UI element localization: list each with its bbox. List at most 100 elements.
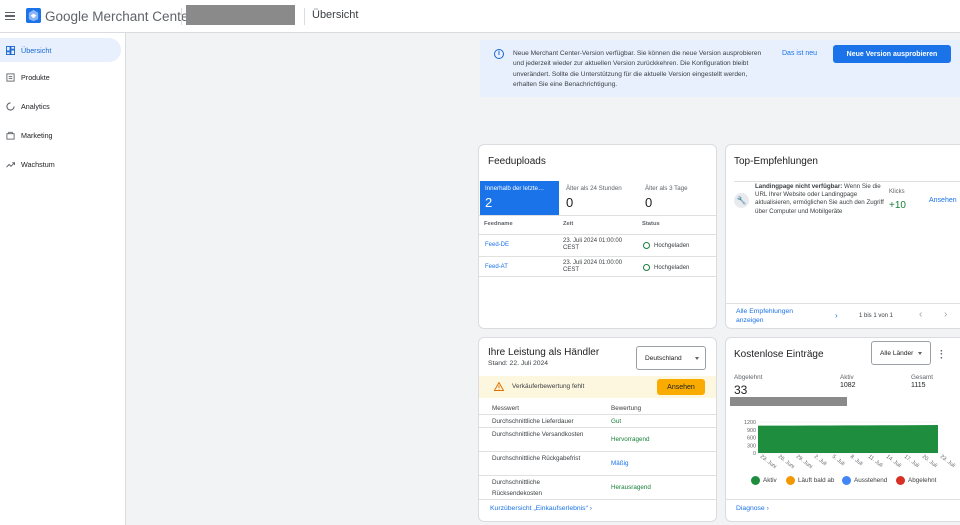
- upload-status: Hochgeladen: [643, 264, 689, 271]
- analytics-icon: [6, 101, 15, 111]
- table-row: Durchschnittliche Rücksendekosten Heraus…: [479, 475, 716, 499]
- view-warning-button[interactable]: Ansehen: [657, 379, 705, 395]
- merchant-center-logo: [26, 8, 41, 23]
- sidebar: Übersicht Produkte Analytics Marketing W…: [0, 33, 126, 525]
- x-tick-label: 5. Juli: [831, 454, 846, 467]
- next-page-icon[interactable]: ›: [944, 309, 947, 320]
- sidebar-item-label: Marketing: [21, 130, 53, 140]
- status-text: Hochgeladen: [654, 264, 690, 271]
- sidebar-item-label: Analytics: [21, 101, 50, 111]
- sidebar-item-products[interactable]: Produkte: [0, 65, 121, 89]
- legend-label: Läuft bald ab: [798, 477, 835, 484]
- upload-time: 23. Juli 2024 01:00:00 CEST: [563, 260, 623, 273]
- growth-icon: [6, 161, 15, 168]
- shopping-experience-link[interactable]: Kurzübersicht „Einkaufserlebnis“ ›: [490, 505, 592, 512]
- x-tick-label: 8. Juli: [849, 454, 864, 467]
- wrench-icon: 🔧: [734, 193, 749, 208]
- divider: [479, 215, 716, 216]
- tab-value: 0: [645, 195, 653, 210]
- free-listings-chart: 0 300600 900 1200 23. Juni 26. Juni 29. Juni 2.…: [744, 420, 956, 470]
- check-circle-icon: [643, 264, 650, 271]
- feed-link[interactable]: Feed-AT: [485, 264, 508, 270]
- tab-older-24h[interactable]: Älter als 24 Stunden 0: [561, 181, 640, 215]
- menu-icon[interactable]: [5, 12, 15, 21]
- account-selector[interactable]: [186, 5, 295, 25]
- page-title: Übersicht: [312, 9, 359, 21]
- area-series-aktiv: [758, 425, 938, 453]
- legend-swatch: [842, 476, 851, 485]
- column-header: Status: [642, 221, 660, 227]
- x-tick-label: 23. Juni: [759, 454, 778, 470]
- card-title: Kostenlose Einträge: [734, 349, 824, 360]
- chevron-right-icon[interactable]: ›: [835, 311, 838, 320]
- y-tick-label: 600: [747, 436, 756, 442]
- recommendation-title: Landingpage nicht verfügbar:: [755, 183, 843, 190]
- status-text: Hochgeladen: [654, 242, 690, 249]
- sidebar-item-label: Produkte: [21, 72, 50, 82]
- column-header: Feedname: [484, 221, 513, 227]
- legend-label: Abgelehnt: [908, 477, 937, 484]
- dropdown-arrow-icon: [695, 357, 699, 360]
- y-tick-label: 300: [747, 443, 756, 449]
- legend-label: Aktiv: [763, 477, 777, 484]
- sidebar-item-marketing[interactable]: Marketing: [0, 123, 121, 147]
- info-icon: i: [494, 49, 504, 59]
- divider: [479, 499, 716, 500]
- x-tick-label: 23. Juli: [939, 454, 956, 469]
- products-icon: [6, 72, 15, 82]
- card-title: Ihre Leistung als Händler: [488, 347, 600, 358]
- tab-last-24h[interactable]: Innerhalb der letzte… 2: [480, 181, 559, 215]
- x-tick-label: 20. Juli: [921, 454, 938, 469]
- tab-value: 2: [485, 195, 493, 210]
- tab-value: 0: [566, 195, 574, 210]
- try-new-version-button[interactable]: Neue Version ausprobieren: [833, 45, 951, 63]
- selected-filter: Alle Länder: [880, 349, 914, 357]
- sidebar-item-label: Übersicht: [21, 45, 52, 55]
- warning-bar: Verkäuferbewertung fehlt Ansehen: [479, 376, 716, 398]
- diagnostics-link[interactable]: Diagnose ›: [736, 505, 769, 512]
- table-row: Durchschnittliche Rückgabefrist Mäßig: [479, 451, 716, 475]
- stat-label: Abgelehnt: [734, 374, 763, 381]
- x-tick-label: 29. Juni: [795, 454, 814, 470]
- divider: [726, 499, 960, 500]
- metric-name: Durchschnittliche Rückgabefrist: [492, 455, 581, 462]
- as-of-date: Stand: 22. Juli 2024: [488, 360, 549, 367]
- metric-name: Durchschnittliche Rücksendekosten: [492, 479, 543, 497]
- sidebar-item-analytics[interactable]: Analytics: [0, 94, 121, 118]
- view-recommendation-button[interactable]: Ansehen: [929, 197, 957, 204]
- more-options-icon[interactable]: · · ·: [940, 346, 943, 363]
- column-header: Zeit: [563, 221, 574, 227]
- link-label: Kurzübersicht „Einkaufserlebnis“: [490, 505, 588, 512]
- metric-rating: Herausragend: [611, 484, 651, 491]
- link-label: Diagnose: [736, 505, 765, 512]
- warning-icon: [494, 382, 504, 391]
- new-version-banner: i Neue Merchant Center-Version verfügbar…: [480, 40, 960, 97]
- redacted-block: [730, 397, 847, 406]
- column-header: Messwert: [492, 405, 519, 412]
- top-recommendations-card: Top-Empfehlungen 🔧 Landingpage nicht ver…: [725, 144, 960, 329]
- merchant-performance-card: Ihre Leistung als Händler Stand: 22. Jul…: [478, 337, 717, 522]
- country-select[interactable]: Deutschland: [636, 346, 706, 370]
- all-recommendations-link[interactable]: Alle Empfehlungen anzeigen: [736, 307, 816, 325]
- upload-time: 23. Juli 2024 01:00:00 CEST: [563, 238, 623, 251]
- country-filter-select[interactable]: Alle Länder: [871, 341, 931, 365]
- legend-item: Läuft bald ab: [786, 476, 834, 485]
- divider: [726, 303, 960, 304]
- sidebar-item-growth[interactable]: Wachstum: [0, 152, 121, 176]
- metric-rating: Mäßig: [611, 460, 629, 467]
- tab-label: Innerhalb der letzte…: [485, 185, 545, 192]
- clicks-label: Klicks: [889, 189, 905, 195]
- feed-link[interactable]: Feed-DE: [485, 242, 509, 248]
- previous-page-icon[interactable]: ‹: [919, 309, 922, 320]
- tab-older-3d[interactable]: Älter als 3 Tage 0: [640, 181, 716, 215]
- check-circle-icon: [643, 242, 650, 249]
- stat-label: Aktiv: [840, 374, 854, 381]
- legend-swatch: [786, 476, 795, 485]
- table-row: Durchschnittliche Versandkosten Hervorra…: [479, 427, 716, 451]
- y-tick-label: 0: [753, 451, 756, 457]
- banner-message: Neue Merchant Center-Version verfügbar. …: [513, 50, 762, 89]
- metric-name: Durchschnittliche Lieferdauer: [492, 418, 574, 425]
- divider: [734, 181, 960, 182]
- whats-new-link[interactable]: Das ist neu: [782, 50, 817, 57]
- sidebar-item-overview[interactable]: Übersicht: [0, 38, 121, 62]
